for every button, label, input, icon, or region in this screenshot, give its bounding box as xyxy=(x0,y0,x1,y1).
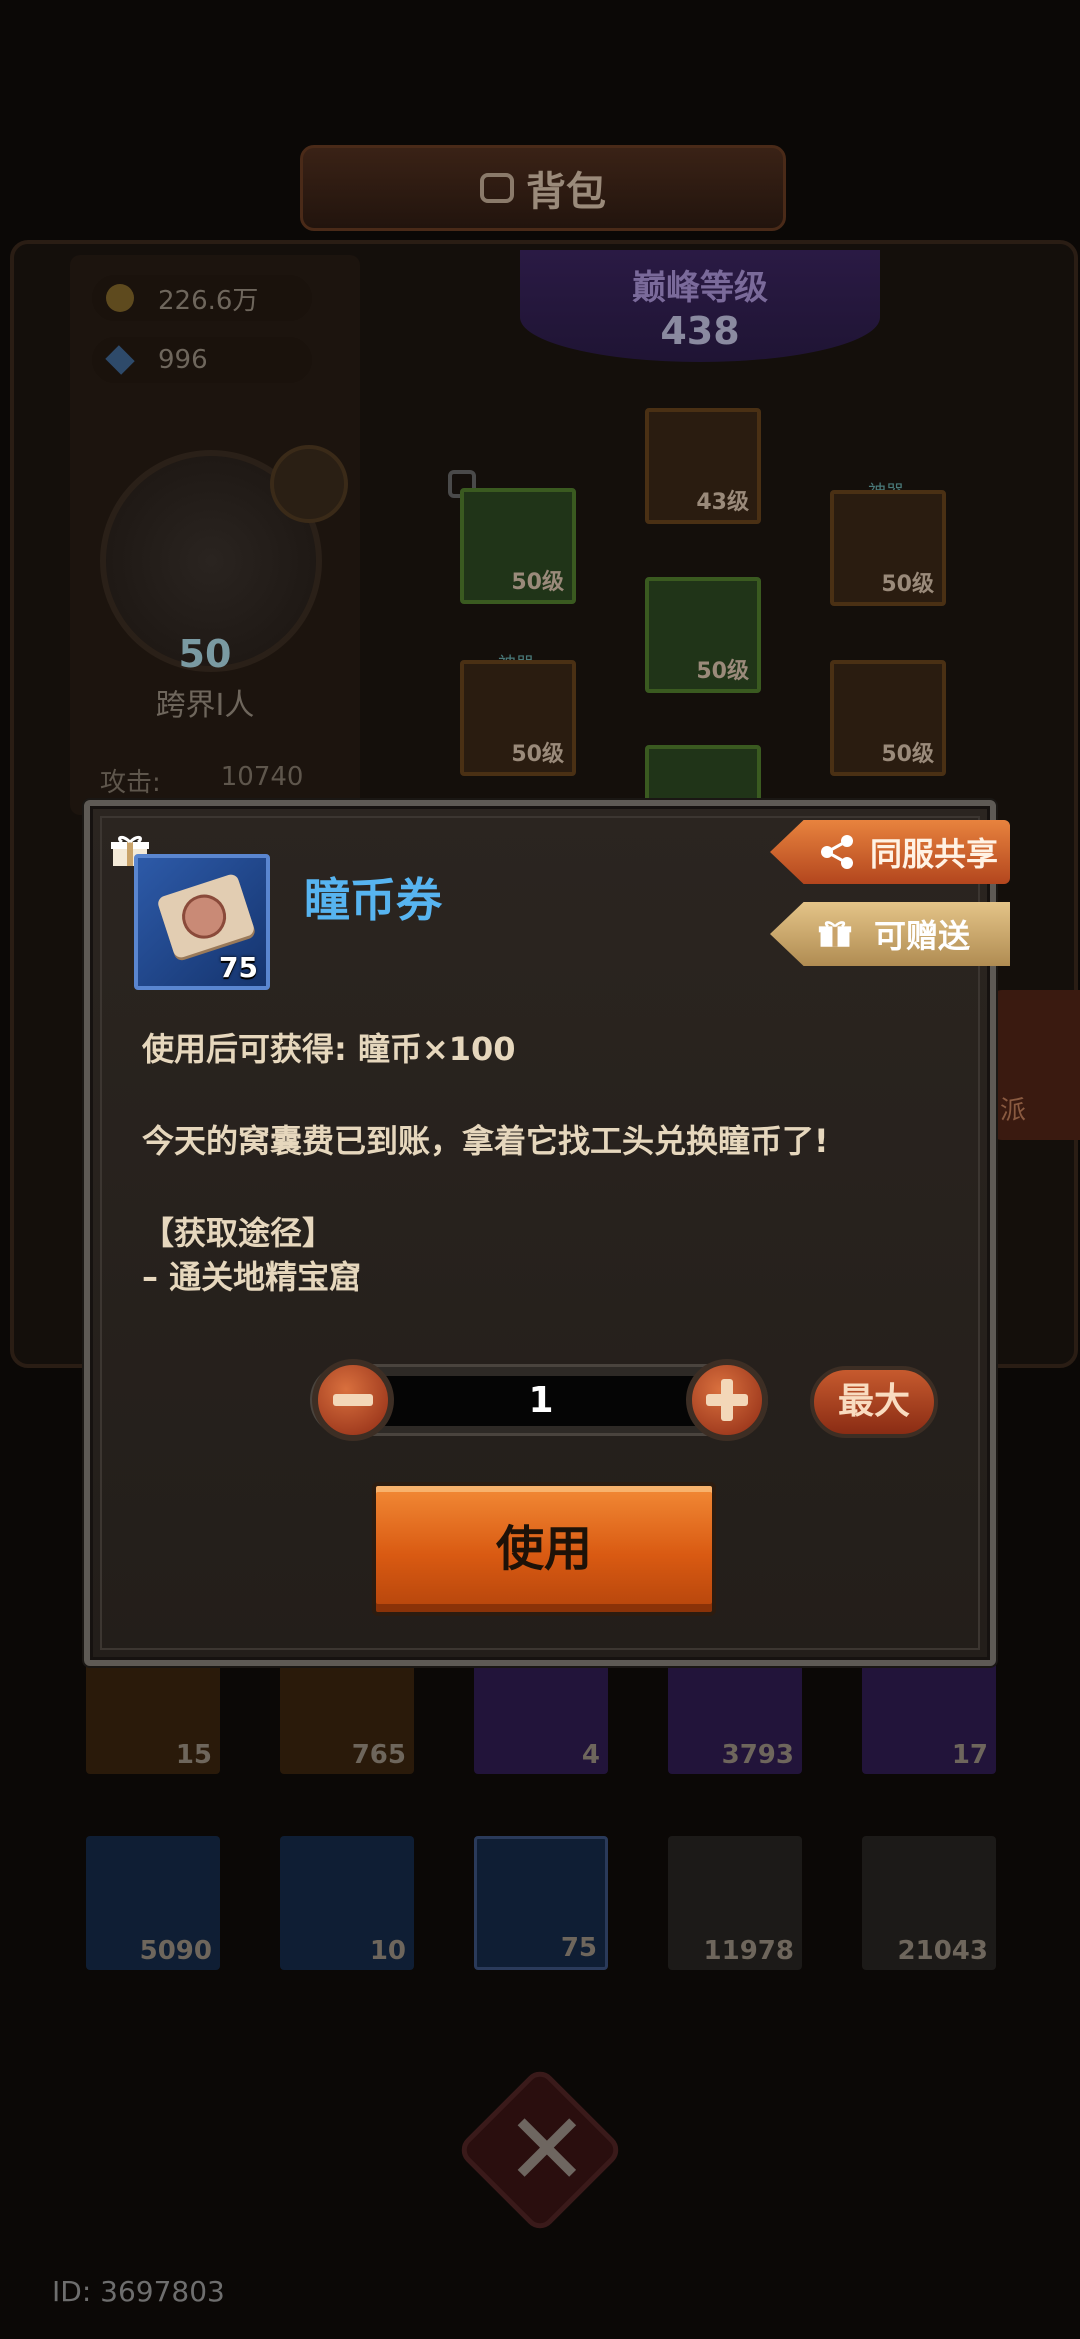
equip-slot-ring[interactable]: 50级 xyxy=(830,660,946,776)
item-flavor-text: 今天的窝囊费已到账，拿着它找工头兑换瞳币了! xyxy=(142,1122,829,1160)
equip-slot-boots[interactable] xyxy=(645,745,761,805)
gift-icon xyxy=(818,921,852,947)
item-count: 11978 xyxy=(703,1936,794,1966)
attack-label: 攻击: xyxy=(100,768,161,798)
max-button[interactable]: 最大 xyxy=(810,1366,938,1438)
player-id: ID: 3697803 xyxy=(52,2275,225,2308)
equip-level: 50级 xyxy=(511,742,564,767)
gem-amount: 996 xyxy=(158,345,208,375)
equip-level: 50级 xyxy=(511,570,564,595)
item-icon-frame: 75 xyxy=(134,854,270,990)
attack-stat: 攻击: 10740 xyxy=(100,762,303,799)
page-title: 背包 xyxy=(526,169,606,215)
quantity-input[interactable]: 1 xyxy=(376,1376,706,1426)
bag-icon xyxy=(480,173,514,203)
equip-slot-helmet[interactable]: 43级 xyxy=(645,408,761,524)
equip-slot-shoulder[interactable]: 50级 xyxy=(460,488,576,604)
item-count: 10 xyxy=(369,1936,406,1966)
item-count: 21043 xyxy=(897,1936,988,1966)
decrease-button[interactable] xyxy=(312,1359,394,1441)
equip-slot-glove[interactable]: 50级 xyxy=(460,660,576,776)
increase-button[interactable] xyxy=(686,1359,768,1441)
close-icon: ✕ xyxy=(505,2091,589,2208)
item-count: 3793 xyxy=(721,1740,794,1770)
gold-pill: 226.6万 xyxy=(92,275,312,321)
equip-level: 43级 xyxy=(696,490,749,515)
gem-icon xyxy=(105,345,135,375)
inventory-slot[interactable]: 10 xyxy=(280,1836,414,1970)
item-name: 瞳币券 xyxy=(304,873,442,927)
avatar-frame-badge xyxy=(270,445,348,523)
item-count: 15 xyxy=(175,1740,212,1770)
share-icon xyxy=(821,835,853,869)
gift-label: 可赠送 xyxy=(874,917,971,955)
peak-value: 438 xyxy=(660,309,740,353)
peak-label: 巅峰等级 xyxy=(632,268,768,308)
side-tab[interactable]: 派 xyxy=(990,990,1080,1140)
inventory-slot[interactable]: 5090 xyxy=(86,1836,220,1970)
gold-amount: 226.6万 xyxy=(158,285,259,316)
equip-level: 50级 xyxy=(696,659,749,684)
gem-pill: 996 xyxy=(92,337,312,383)
plus-icon xyxy=(706,1379,748,1421)
player-name: 跨界I人 xyxy=(155,688,255,723)
use-button[interactable]: 使用 xyxy=(372,1482,716,1616)
item-use-effect: 使用后可获得: 瞳币×100 xyxy=(142,1030,516,1068)
giftable-button[interactable]: 可赠送 xyxy=(770,902,1010,966)
coin-ticket-icon xyxy=(156,872,256,960)
player-level: 50 xyxy=(178,632,232,676)
gold-coin-icon xyxy=(106,284,134,312)
side-tab-label: 派 xyxy=(1000,1096,1027,1126)
item-count: 5090 xyxy=(139,1936,212,1966)
minus-icon xyxy=(333,1394,373,1406)
equip-slot-armor[interactable]: 50级 xyxy=(645,577,761,693)
inventory-slot-selected[interactable]: 75 xyxy=(474,1836,608,1970)
item-count: 765 xyxy=(351,1740,406,1770)
bag-title-bar: 背包 xyxy=(300,145,786,231)
item-count: 4 xyxy=(581,1740,600,1770)
inventory-slot[interactable]: 11978 xyxy=(668,1836,802,1970)
item-count: 17 xyxy=(951,1740,988,1770)
source-line: – 通关地精宝窟 xyxy=(142,1258,362,1296)
equip-level: 50级 xyxy=(881,742,934,767)
item-detail-modal: 75 瞳币券 同服共享 可赠送 使用后可获得: 瞳币×100 今天的窝囊费已到账… xyxy=(84,800,1010,1666)
server-share-button[interactable]: 同服共享 xyxy=(770,820,1010,884)
equip-level: 50级 xyxy=(881,572,934,597)
attack-value: 10740 xyxy=(220,762,304,792)
peak-level-banner: 巅峰等级 438 xyxy=(520,250,880,362)
item-count: 75 xyxy=(560,1933,597,1963)
equip-slot-necklace[interactable]: 50级 xyxy=(830,490,946,606)
item-quantity-badge: 75 xyxy=(219,951,258,984)
share-label: 同服共享 xyxy=(870,835,999,873)
inventory-slot[interactable]: 21043 xyxy=(862,1836,996,1970)
source-title: 【获取途径】 xyxy=(142,1214,335,1252)
